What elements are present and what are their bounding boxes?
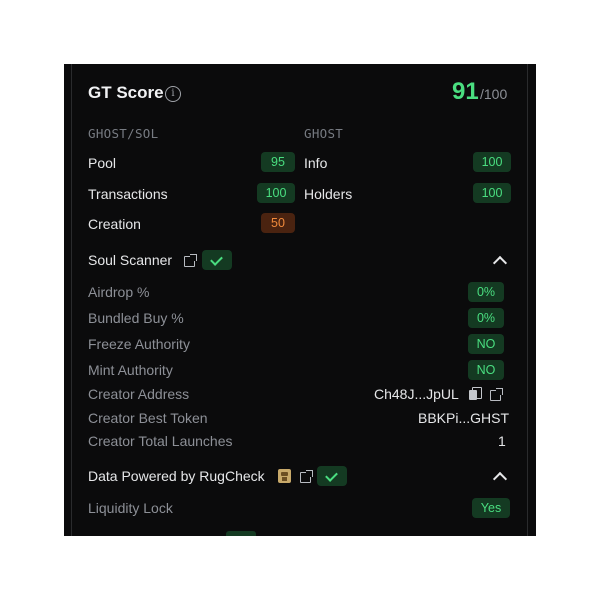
creator-address-label: Creator Address <box>88 386 190 402</box>
rugcheck-chevron-up-icon[interactable] <box>492 471 508 487</box>
bundled-buy-badge: 0% <box>468 308 504 328</box>
info-score-badge: 100 <box>473 152 511 172</box>
creator-total-launches-value: 1 <box>498 433 506 449</box>
creator-address-external-link-icon[interactable] <box>490 388 503 401</box>
creator-best-token-value: BBKPi...GHST <box>418 410 510 426</box>
creator-best-token-label: Creator Best Token <box>88 410 208 426</box>
gt-score-value: 91 <box>452 78 479 105</box>
rugcheck-logo-icon <box>278 469 291 483</box>
soul-scanner-check-icon <box>202 250 232 270</box>
info-icon[interactable]: i <box>165 86 181 102</box>
pool-score-badge: 95 <box>261 152 295 172</box>
panel-border-right <box>527 64 528 536</box>
external-link-icon[interactable] <box>184 254 197 267</box>
next-row-badge-partial <box>226 531 256 536</box>
mint-authority-badge: NO <box>468 360 504 380</box>
holders-score-badge: 100 <box>473 183 511 203</box>
creation-label: Creation <box>88 216 141 232</box>
transactions-label: Transactions <box>88 186 168 202</box>
liquidity-lock-label: Liquidity Lock <box>88 500 173 516</box>
pool-label: Pool <box>88 155 117 171</box>
pair-right-header: GHOST <box>304 126 344 141</box>
soul-scanner-chevron-up-icon[interactable] <box>492 255 508 271</box>
rugcheck-check-icon <box>317 466 347 486</box>
mint-authority-label: Mint Authority <box>88 362 173 378</box>
creation-score-badge: 50 <box>261 213 295 233</box>
transactions-score-badge: 100 <box>257 183 295 203</box>
rugcheck-title[interactable]: Data Powered by RugCheck <box>88 468 265 484</box>
info-icon-glyph: i <box>171 88 175 99</box>
panel-border-left <box>71 64 72 536</box>
rugcheck-external-link-icon[interactable] <box>300 470 313 483</box>
airdrop-badge: 0% <box>468 282 504 302</box>
soul-scanner-title[interactable]: Soul Scanner <box>88 252 172 268</box>
info-label: Info <box>304 155 328 171</box>
copy-icon[interactable] <box>469 387 482 401</box>
freeze-authority-label: Freeze Authority <box>88 336 190 352</box>
gt-score-title: GT Score <box>88 83 164 102</box>
airdrop-label: Airdrop % <box>88 284 150 300</box>
holders-label: Holders <box>304 186 353 202</box>
bundled-buy-label: Bundled Buy % <box>88 310 184 326</box>
gt-score-panel: GT Score i 91 /100 GHOST/SOL GHOST Pool … <box>64 64 536 536</box>
pair-left-header: GHOST/SOL <box>88 126 159 141</box>
creator-address-value: Ch48J...JpUL <box>374 386 459 402</box>
freeze-authority-badge: NO <box>468 334 504 354</box>
liquidity-lock-badge: Yes <box>472 498 510 518</box>
gt-score-max: /100 <box>480 86 508 102</box>
creator-total-launches-label: Creator Total Launches <box>88 433 233 449</box>
